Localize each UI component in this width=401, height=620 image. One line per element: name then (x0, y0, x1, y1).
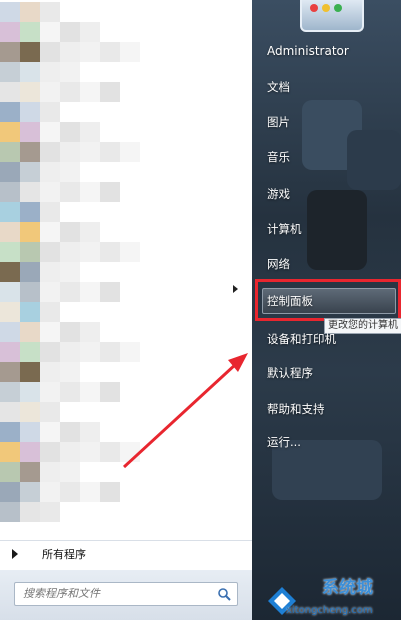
watermark-url: xitongcheng.com (286, 605, 373, 616)
watermark-brand: 系统城 (322, 578, 373, 598)
annotation-arrow-icon (122, 353, 248, 469)
